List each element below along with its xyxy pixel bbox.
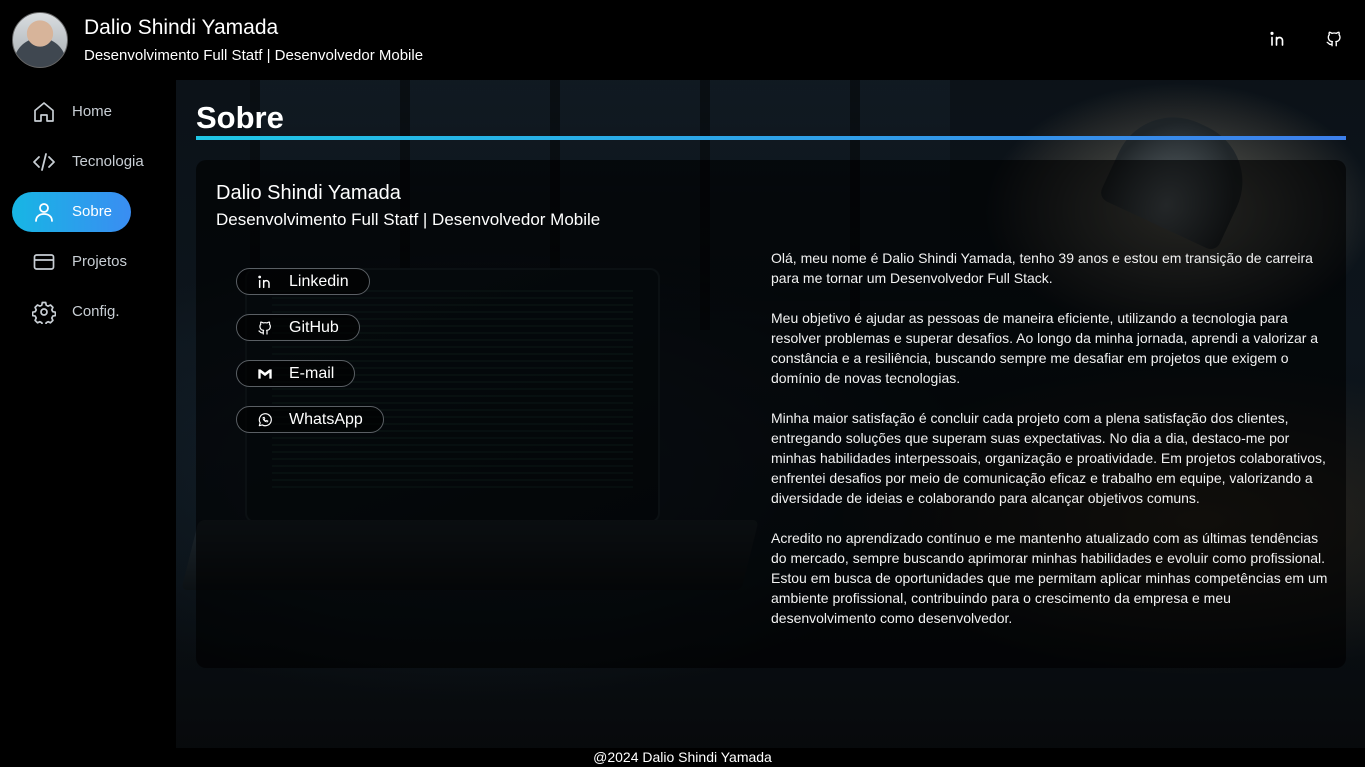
about-card: Dalio Shindi Yamada Desenvolvimento Full… <box>196 160 1346 668</box>
sidebar-item-home[interactable]: Home <box>12 92 131 132</box>
header-subtitle: Desenvolvimento Full Statf | Desenvolved… <box>84 47 424 64</box>
linkedin-icon[interactable] <box>1269 30 1287 48</box>
contact-label: E-mail <box>289 364 335 382</box>
home-icon <box>32 100 56 124</box>
sidebar-item-sobre[interactable]: Sobre <box>12 192 131 232</box>
footer-copyright: @2024 Dalio Shindi Yamada <box>593 749 772 765</box>
avatar <box>12 12 68 68</box>
sidebar-item-label: Tecnologia <box>72 153 144 170</box>
sidebar-item-label: Sobre <box>72 203 113 220</box>
top-header: Dalio Shindi Yamada Desenvolvimento Full… <box>0 0 1365 80</box>
card-subtitle: Desenvolvimento Full Statf | Desenvolved… <box>216 210 601 229</box>
contact-email-button[interactable]: E-mail <box>236 360 356 387</box>
sidebar-item-config[interactable]: Config. <box>12 292 131 332</box>
contact-linkedin-button[interactable]: Linkedin <box>236 268 370 295</box>
title-underline <box>196 136 1346 140</box>
sidebar-item-projetos[interactable]: Projetos <box>12 242 131 282</box>
whatsapp-icon <box>257 412 273 428</box>
github-icon[interactable] <box>1325 30 1343 48</box>
code-icon <box>32 150 56 174</box>
main-content: Sobre Dalio Shindi Yamada Desenvolviment… <box>176 80 1365 748</box>
user-icon <box>32 200 56 224</box>
linkedin-icon <box>257 274 273 290</box>
page-title: Sobre <box>196 100 284 135</box>
header-name: Dalio Shindi Yamada <box>84 16 279 39</box>
about-paragraph: Olá, meu nome é Dalio Shindi Yamada, ten… <box>771 250 1313 286</box>
contact-label: Linkedin <box>289 272 349 290</box>
sidebar: Home Tecnologia Sobre Projetos Config. <box>0 80 176 748</box>
card-name: Dalio Shindi Yamada <box>216 182 401 204</box>
card-icon <box>32 250 56 274</box>
about-paragraph: Acredito no aprendizado contínuo e me ma… <box>771 530 1328 626</box>
contact-label: WhatsApp <box>289 410 363 428</box>
about-text: Olá, meu nome é Dalio Shindi Yamada, ten… <box>771 248 1331 648</box>
github-icon <box>257 320 273 336</box>
gmail-icon <box>257 366 273 382</box>
contact-label: GitHub <box>289 318 339 336</box>
sidebar-item-label: Config. <box>72 303 120 320</box>
about-paragraph: Meu objetivo é ajudar as pessoas de mane… <box>771 310 1319 386</box>
sidebar-item-label: Projetos <box>72 253 128 270</box>
contact-github-button[interactable]: GitHub <box>236 314 360 341</box>
gear-icon <box>31 300 57 327</box>
footer: @2024 Dalio Shindi Yamada <box>0 748 1365 767</box>
about-paragraph: Minha maior satisfação é concluir cada p… <box>771 410 1326 506</box>
contact-whatsapp-button[interactable]: WhatsApp <box>236 406 384 433</box>
sidebar-item-tecnologia[interactable]: Tecnologia <box>12 142 144 182</box>
sidebar-item-label: Home <box>72 103 113 120</box>
